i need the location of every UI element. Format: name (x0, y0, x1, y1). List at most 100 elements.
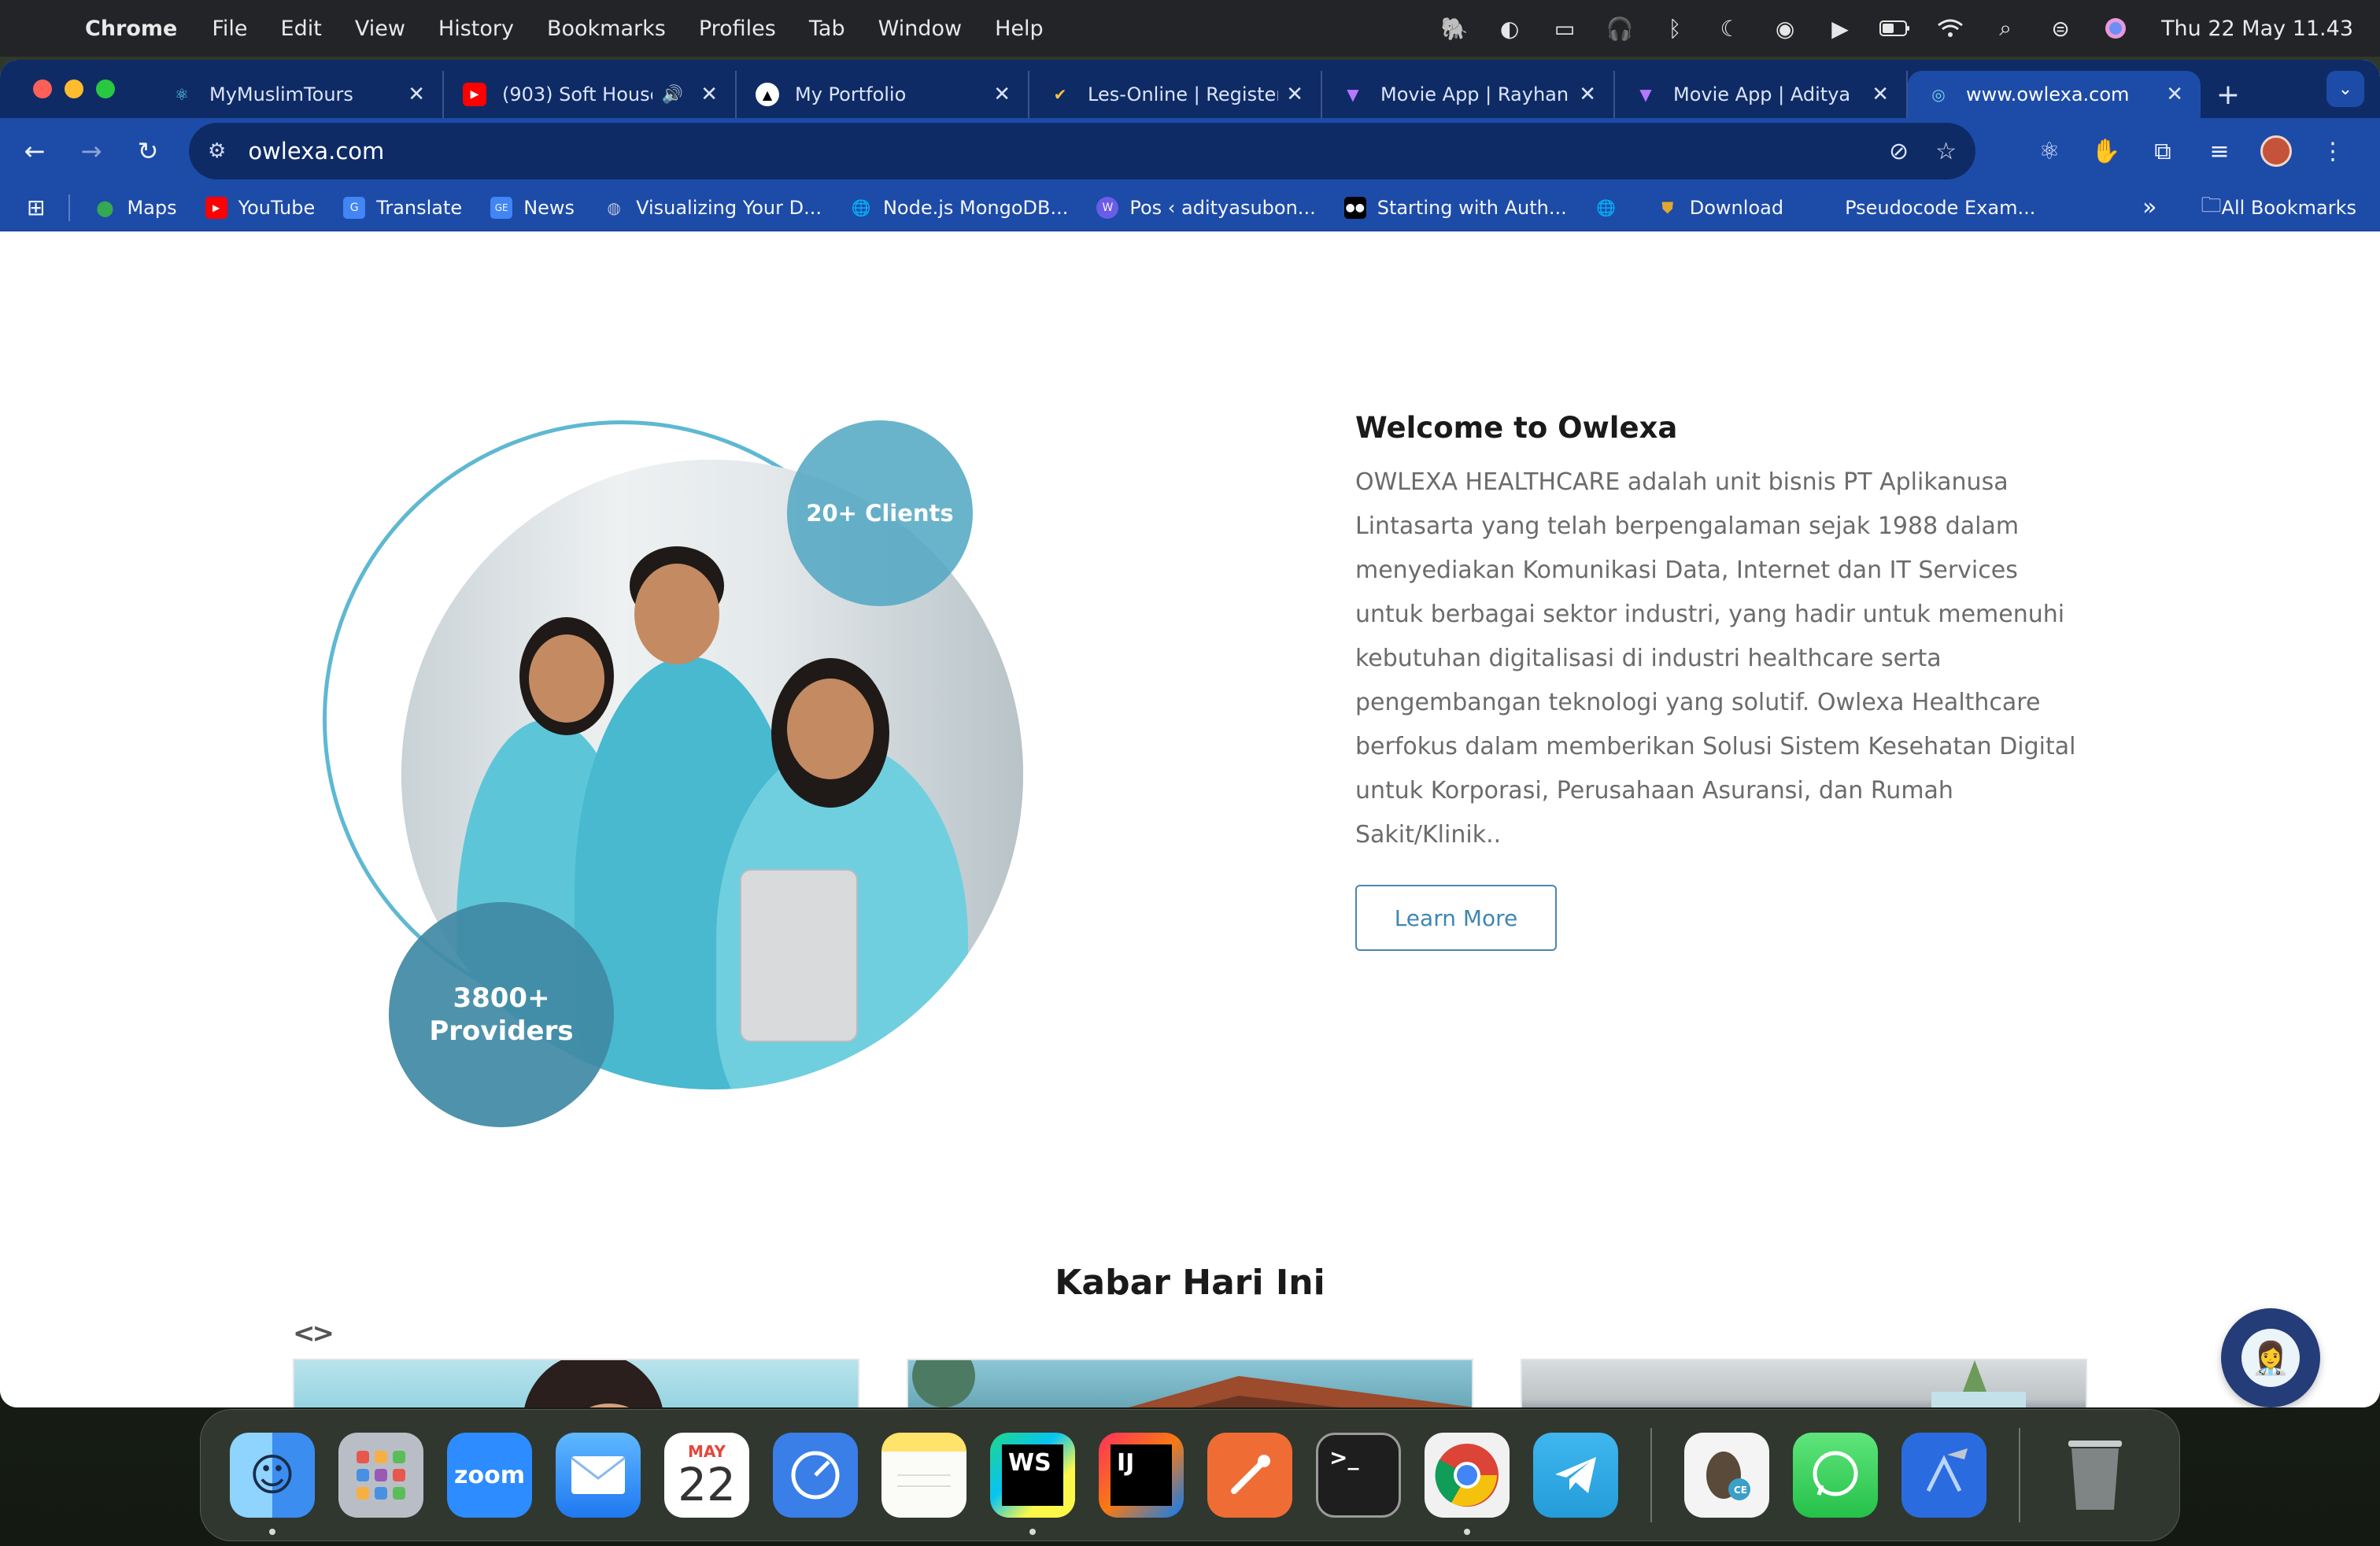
close-tab-icon[interactable]: ✕ (1286, 83, 1303, 106)
bookmark-visualizing[interactable]: ◍ Visualizing Your D... (603, 197, 822, 219)
headphones-icon[interactable]: 🎧 (1604, 13, 1635, 44)
bookmark-translate[interactable]: G Translate (343, 196, 462, 219)
profile-avatar[interactable] (2260, 135, 2292, 167)
address-bar[interactable]: ⚙ owlexa.com ⊘ ☆ (189, 123, 1975, 179)
telegram-icon[interactable] (1533, 1433, 1618, 1518)
news-card[interactable] (293, 1359, 859, 1407)
close-tab-icon[interactable]: ✕ (993, 83, 1011, 106)
zoom-window-button[interactable] (96, 80, 115, 98)
mail-icon[interactable] (556, 1433, 641, 1518)
control-center-icon[interactable]: ⊜ (2045, 13, 2076, 44)
menu-history[interactable]: History (438, 17, 514, 41)
bookmark-pos[interactable]: W Pos ‹ adityasubon... (1096, 196, 1316, 219)
speaker-icon[interactable]: 🔊 (662, 85, 683, 105)
more-menu-icon[interactable]: ⋮ (2304, 138, 2361, 165)
postman-icon[interactable] (1207, 1433, 1292, 1518)
extensions-icon[interactable]: ⧉ (2134, 138, 2191, 165)
tab-search-button[interactable]: ⌄ (2326, 71, 2364, 107)
bookmark-pseudocode[interactable]: Pseudocode Exam... (1812, 197, 2035, 219)
trash-icon[interactable] (2053, 1433, 2138, 1518)
whatsapp-icon[interactable] (1793, 1433, 1878, 1518)
bookmark-starting-auth[interactable]: ●● Starting with Auth... (1343, 196, 1567, 219)
display-icon[interactable]: ▭ (1549, 13, 1580, 44)
siri-icon[interactable] (2100, 13, 2131, 44)
reload-button[interactable]: ↻ (120, 123, 176, 179)
minimize-window-button[interactable] (65, 80, 83, 98)
bookmark-news[interactable]: GE News (490, 196, 575, 219)
launchpad-icon[interactable] (338, 1433, 423, 1518)
tab-owlexa[interactable]: ◎ www.owlexa.com ✕ (1908, 71, 2201, 118)
close-window-button[interactable] (33, 80, 52, 98)
bookmark-maps[interactable]: ⬤ Maps (94, 197, 176, 219)
macos-menubar: Chrome File Edit View History Bookmarks … (0, 0, 2380, 57)
app-name-menu[interactable]: Chrome (85, 17, 177, 41)
menu-window[interactable]: Window (878, 17, 962, 41)
tab-movie-app-aditya[interactable]: ▼ Movie App | Aditya ✕ (1615, 71, 1908, 118)
close-tab-icon[interactable]: ✕ (700, 83, 718, 106)
tab-youtube[interactable]: ▶ (903) Soft House 🔊 ✕ (444, 71, 737, 118)
user-circle-icon[interactable]: ◉ (1769, 13, 1801, 44)
bookmark-globe[interactable]: 🌐 (1595, 197, 1628, 219)
all-bookmarks-button[interactable]: All Bookmarks (2222, 197, 2356, 219)
menu-edit[interactable]: Edit (281, 17, 322, 41)
menu-file[interactable]: File (212, 17, 247, 41)
welcome-section: Welcome to Owlexa OWLEXA HEALTHCARE adal… (1355, 411, 2079, 857)
search-icon[interactable]: ⌕ (1990, 13, 2021, 44)
close-tab-icon[interactable]: ✕ (408, 83, 425, 106)
site-settings-icon[interactable]: ⚙ (208, 139, 226, 163)
menu-help[interactable]: Help (995, 17, 1044, 41)
adblock-icon[interactable]: ✋ (2078, 138, 2134, 165)
bookmark-label: News (523, 196, 575, 219)
react-devtools-icon[interactable]: ⚛ (2021, 138, 2078, 165)
battery-icon[interactable] (1879, 13, 1911, 44)
finder-icon[interactable]: ☺ (230, 1433, 315, 1535)
bookmark-youtube[interactable]: ▶ YouTube (205, 196, 315, 219)
chrome-icon[interactable] (1425, 1433, 1510, 1535)
apps-grid-icon[interactable]: ⊞ (27, 194, 45, 220)
close-tab-icon[interactable]: ✕ (1579, 83, 1596, 106)
menubar-clock[interactable]: Thu 22 May 11.43 (2161, 17, 2353, 41)
bookmark-star-icon[interactable]: ☆ (1935, 138, 1957, 165)
terminal-icon[interactable]: >_ (1316, 1433, 1401, 1518)
tab-movie-app-rayhan[interactable]: ▼ Movie App | Rayhan ✕ (1322, 71, 1615, 118)
news-card[interactable] (1521, 1359, 2087, 1407)
play-circle-icon[interactable]: ▶ (1824, 13, 1856, 44)
tableplus-icon[interactable]: CE (1684, 1433, 1769, 1518)
intellij-icon[interactable]: IJ (1099, 1433, 1184, 1518)
tab-les-online[interactable]: ✔ Les-Online | Register ✕ (1029, 71, 1322, 118)
menu-profiles[interactable]: Profiles (699, 17, 776, 41)
tab-strip: ⚛ MyMuslimTours ✕ ▶ (903) Soft House 🔊 ✕… (0, 60, 2380, 118)
new-tab-button[interactable]: + (2201, 71, 2256, 118)
calendar-icon[interactable]: MAY 22 (664, 1433, 749, 1518)
chat-assistant-button[interactable]: 👩‍⚕️ (2221, 1308, 2320, 1407)
wifi-icon[interactable] (1935, 13, 1966, 44)
menu-tab[interactable]: Tab (809, 17, 845, 41)
back-button[interactable]: ← (6, 123, 63, 179)
news-card[interactable] (907, 1359, 1473, 1407)
compass-app-icon[interactable] (773, 1433, 858, 1518)
tracking-off-icon[interactable]: ⊘ (1889, 138, 1909, 165)
close-tab-icon[interactable]: ✕ (1872, 83, 1889, 106)
tab-title: Les-Online | Register (1088, 83, 1279, 105)
bluetooth-icon[interactable]: ᛒ (1659, 13, 1691, 44)
zoom-icon[interactable]: zoom (447, 1433, 532, 1518)
notes-icon[interactable] (881, 1433, 966, 1518)
tab-mymuslimtours[interactable]: ⚛ MyMuslimTours ✕ (151, 71, 444, 118)
url-text[interactable]: owlexa.com (248, 138, 1862, 165)
webstorm-icon[interactable]: WS (990, 1433, 1075, 1535)
streaming-icon[interactable]: ◐ (1494, 13, 1525, 44)
xcode-icon[interactable] (1901, 1433, 1986, 1518)
media-controls-icon[interactable]: ≡ (2191, 138, 2248, 165)
elephant-icon[interactable]: 🐘 (1439, 13, 1470, 44)
bookmarks-overflow-button[interactable]: » (2142, 194, 2156, 221)
carousel-arrows[interactable]: <> (293, 1318, 334, 1349)
close-tab-icon[interactable]: ✕ (2166, 83, 2183, 106)
menu-view[interactable]: View (355, 17, 405, 41)
moon-icon[interactable]: ☾ (1714, 13, 1746, 44)
tab-my-portfolio[interactable]: ▲ My Portfolio ✕ (737, 71, 1029, 118)
menu-bookmarks[interactable]: Bookmarks (547, 17, 666, 41)
learn-more-button[interactable]: Learn More (1355, 885, 1557, 951)
bookmark-nodejs-mongodb[interactable]: 🌐 Node.js MongoDB... (850, 197, 1069, 219)
bookmark-download[interactable]: ⛊ Download (1657, 197, 1783, 219)
forward-button[interactable]: → (63, 123, 120, 179)
